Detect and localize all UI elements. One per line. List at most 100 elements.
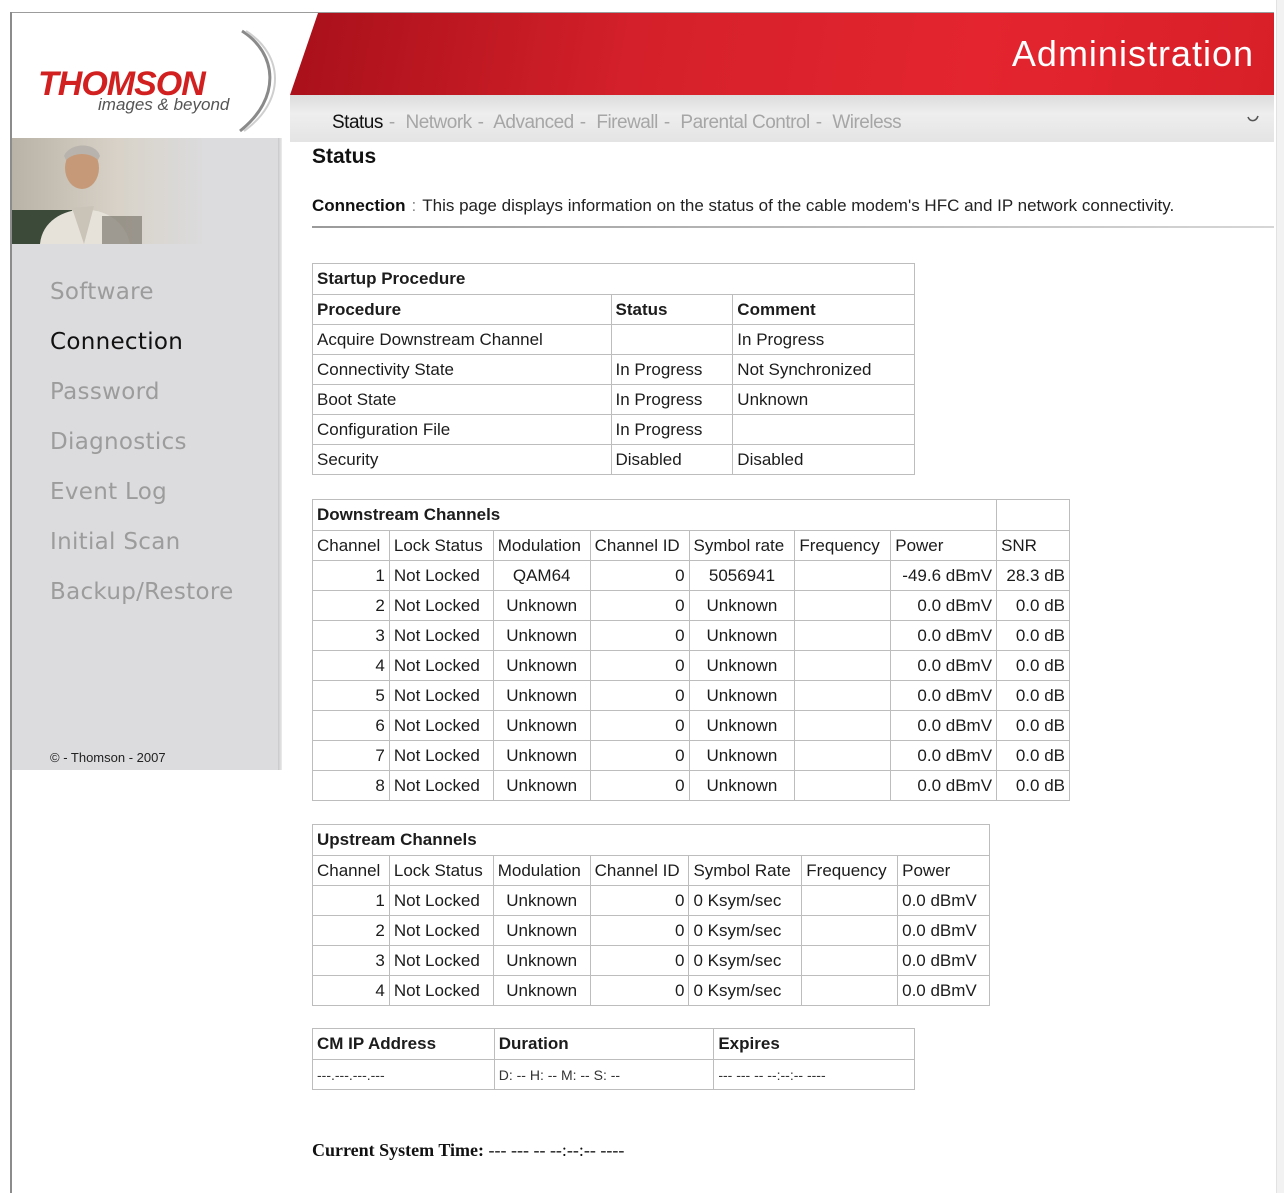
- nav-item-firewall[interactable]: Firewall: [596, 112, 658, 133]
- table-cell: Unknown: [492, 975, 591, 1006]
- table-cell: [801, 945, 899, 976]
- table-row: 1 Not Locked QAM64 0 5056941 -49.6 dBmV 28.3 d…: [312, 560, 1070, 591]
- nav-item-wireless[interactable]: Wireless: [832, 112, 901, 133]
- sidebar-shadow: [278, 138, 282, 770]
- collapse-icon[interactable]: [1246, 111, 1260, 125]
- downstream-channels-table: Downstream Channels Channel Lock Status …: [311, 499, 1070, 801]
- column-header: Expires: [713, 1028, 915, 1060]
- sidebar-photo: [12, 138, 278, 244]
- table-row: 2 Not Locked Unknown 0 Unknown 0.0 dBmV 0.0 dB: [312, 590, 1070, 621]
- table-row: Configuration File In Progress: [312, 414, 915, 445]
- nav-item-advanced[interactable]: Advanced: [493, 112, 574, 133]
- banner-slant: [290, 13, 318, 95]
- column-header: Lock Status: [388, 855, 494, 886]
- table-cell: [801, 975, 899, 1006]
- nav-item-network[interactable]: Network: [405, 112, 472, 133]
- nav-separator: -: [815, 112, 822, 133]
- table-row: 1 Not Locked Unknown 0 0 Ksym/sec 0.0 dBmV: [312, 885, 990, 916]
- nav-item-status[interactable]: Status: [332, 112, 383, 133]
- column-header: Duration: [493, 1028, 715, 1060]
- table-cell: Unknown: [688, 710, 796, 741]
- column-header: Channel: [312, 530, 390, 561]
- nav-item-parental-control[interactable]: Parental Control: [680, 112, 810, 133]
- top-nav: Status - Network - Advanced - Firewall - Par…: [290, 95, 1274, 142]
- table-title: Downstream Channels: [311, 499, 998, 531]
- table-cell: [732, 414, 915, 445]
- sidebar-item-diagnostics[interactable]: Diagnostics: [50, 426, 234, 476]
- sidebar-item-event-log[interactable]: Event Log: [50, 476, 234, 526]
- sidebar-item-initial-scan[interactable]: Initial Scan: [50, 526, 234, 576]
- table-cell: 0.0 dB: [996, 710, 1070, 741]
- table-row: 3 Not Locked Unknown 0 Unknown 0.0 dBmV 0.0 dB: [312, 620, 1070, 651]
- table-cell: Unknown: [492, 885, 591, 916]
- table-cell: Unknown: [688, 620, 796, 651]
- sidebar-item-software[interactable]: Software: [50, 276, 234, 326]
- table-cell: 0: [589, 560, 690, 591]
- table-row: Boot State In Progress Unknown: [312, 384, 915, 415]
- table-cell: 0.0 dBmV: [890, 680, 998, 711]
- table-cell: Disabled: [610, 444, 734, 475]
- table-row: 4 Not Locked Unknown 0 0 Ksym/sec 0.0 dBmV: [312, 975, 990, 1006]
- expires-value: --- --- -- --:--:-- ----: [713, 1059, 915, 1090]
- table-cell: 0: [589, 740, 690, 771]
- sidebar-item-backup-restore[interactable]: Backup/Restore: [50, 576, 234, 626]
- table-row: Security Disabled Disabled: [312, 444, 915, 475]
- current-system-time: Current System Time: --- --- -- --:--:--…: [312, 1140, 624, 1161]
- table-cell: 0: [589, 710, 690, 741]
- sidebar-item-password[interactable]: Password: [50, 376, 234, 426]
- table-cell: 0.0 dBmV: [890, 740, 998, 771]
- table-cell: 0.0 dBmV: [890, 650, 998, 681]
- table-cell: 4: [312, 975, 390, 1006]
- logo-tagline: images & beyond: [98, 95, 230, 114]
- scrollbar[interactable]: [1276, 0, 1284, 1193]
- table-cell: Boot State: [312, 384, 612, 415]
- sidebar: Software Connection Password Diagnostics…: [12, 138, 278, 770]
- column-header: Power: [897, 855, 990, 886]
- logo-swoosh-icon: [239, 29, 276, 133]
- table-cell: Disabled: [732, 444, 915, 475]
- sidebar-item-connection[interactable]: Connection: [50, 326, 234, 376]
- top-nav-items: Status - Network - Advanced - Firewall - Par…: [332, 112, 907, 134]
- table-cell: Unknown: [492, 590, 591, 621]
- table-cell: 0 Ksym/sec: [688, 945, 803, 976]
- column-header: Status: [610, 294, 734, 325]
- table-cell: 0.0 dBmV: [897, 915, 990, 946]
- table-title: Upstream Channels: [312, 824, 990, 856]
- table-cell: Not Locked: [388, 740, 494, 771]
- column-header: Modulation: [492, 855, 591, 886]
- column-header: Comment: [732, 294, 915, 325]
- table-cell: 0.0 dBmV: [890, 710, 998, 741]
- table-row: ---.---.---.--- D: -- H: -- M: -- S: -- …: [312, 1059, 915, 1090]
- table-cell: 8: [312, 770, 390, 801]
- column-header: Channel: [312, 855, 390, 886]
- system-time-label: Current System Time:: [312, 1140, 484, 1160]
- duration-value: D: -- H: -- M: -- S: --: [493, 1059, 715, 1090]
- column-header: Channel ID: [589, 530, 690, 561]
- table-cell: 0 Ksym/sec: [688, 915, 803, 946]
- table-cell: [996, 499, 1070, 531]
- table-cell: [794, 680, 892, 711]
- table-cell: 0 Ksym/sec: [688, 885, 803, 916]
- table-cell: 0.0 dB: [996, 650, 1070, 681]
- table-cell: Not Locked: [388, 710, 494, 741]
- column-header: Frequency: [794, 530, 892, 561]
- table-cell: Not Locked: [388, 915, 494, 946]
- column-header: Symbol Rate: [688, 855, 803, 886]
- header-banner: Administration: [290, 13, 1274, 95]
- table-cell: Not Locked: [388, 590, 494, 621]
- table-cell: 0: [589, 945, 690, 976]
- table-cell: 0: [589, 620, 690, 651]
- ip-lease-table: CM IP Address Duration Expires ---.---.-…: [312, 1028, 915, 1090]
- table-row: 6 Not Locked Unknown 0 Unknown 0.0 dBmV 0.0 dB: [312, 710, 1070, 741]
- logo-area: THOMSON images & beyond: [12, 13, 302, 138]
- column-header: CM IP Address: [312, 1028, 495, 1060]
- column-header: Channel ID: [589, 855, 690, 886]
- table-cell: 0.0 dBmV: [890, 620, 998, 651]
- table-cell: 0.0 dBmV: [890, 770, 998, 801]
- table-cell: 0.0 dB: [996, 590, 1070, 621]
- banner-title: Administration: [1011, 33, 1254, 74]
- table-cell: Unknown: [688, 680, 796, 711]
- table-row: 3 Not Locked Unknown 0 0 Ksym/sec 0.0 dBmV: [312, 945, 990, 976]
- table-cell: Not Locked: [388, 975, 494, 1006]
- table-cell: Configuration File: [312, 414, 612, 445]
